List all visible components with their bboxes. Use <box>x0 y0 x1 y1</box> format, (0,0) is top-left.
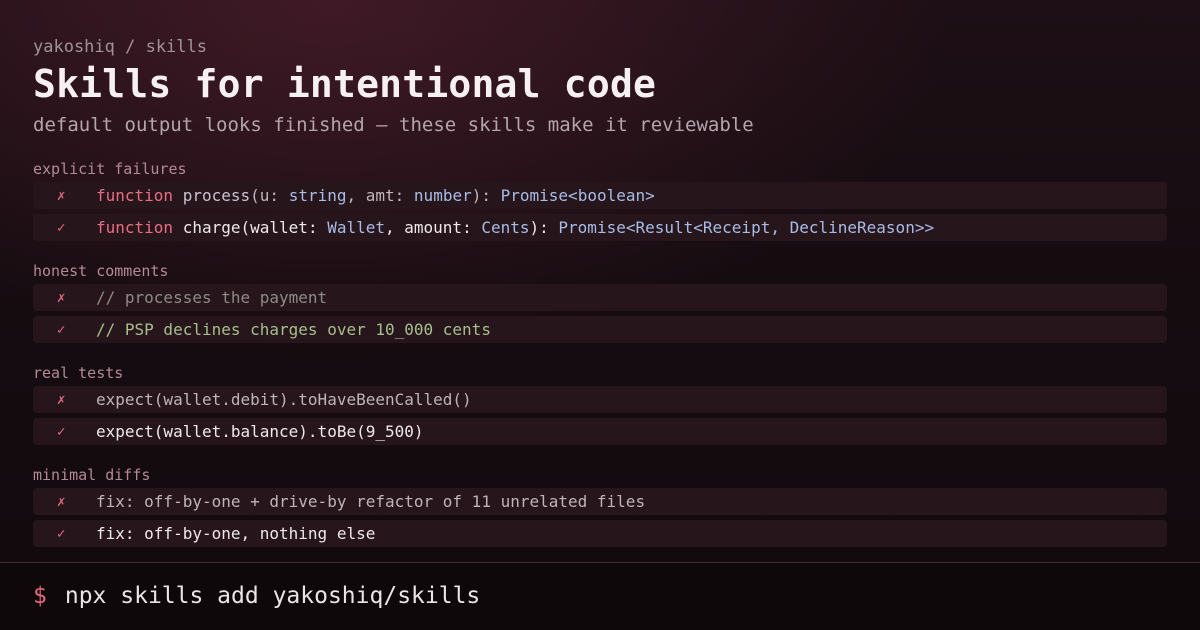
code-punctuation: : <box>394 186 414 205</box>
bad-example-row: ✗ // processes the payment <box>33 284 1167 311</box>
section-label: minimal diffs <box>33 466 151 484</box>
section-minimal-diffs: minimal diffs ✗ fix: off-by-one + drive-… <box>33 466 1167 547</box>
bad-example-row: ✗ fix: off-by-one + drive-by refactor of… <box>33 488 1167 515</box>
cross-icon: ✗ <box>57 391 66 408</box>
code-type: string <box>288 186 347 205</box>
cross-icon: ✗ <box>57 493 66 510</box>
code-param: u <box>259 186 270 205</box>
check-icon: ✓ <box>57 219 66 236</box>
bad-example-row: ✗ expect(wallet.debit).toHaveBeenCalled(… <box>33 386 1167 413</box>
code-punctuation: : <box>462 218 482 237</box>
code-snippet: fix: off-by-one, nothing else <box>96 524 376 543</box>
code-punctuation: ): <box>529 218 559 237</box>
code-punctuation: ): <box>471 186 501 205</box>
section-label: honest comments <box>33 262 169 280</box>
code-return-type: Promise<boolean> <box>500 186 655 205</box>
code-snippet: expect(wallet.balance).toBe(9_500) <box>96 422 424 441</box>
section-explicit-failures: explicit failures ✗ function process(u: … <box>33 160 1167 241</box>
code-param: wallet <box>250 218 308 237</box>
page-title: Skills for intentional code <box>33 62 657 106</box>
code-punctuation: : <box>307 218 328 237</box>
good-example-row: ✓ function charge(wallet: Wallet, amount… <box>33 214 1167 241</box>
code-type: Cents <box>481 218 530 237</box>
good-example-row: ✓ expect(wallet.balance).toBe(9_500) <box>33 418 1167 445</box>
code-punctuation: , <box>346 186 366 205</box>
code-punctuation: : <box>269 186 289 205</box>
page-subtitle: default output looks finished — these sk… <box>33 114 754 136</box>
code-punctuation: ( <box>250 186 260 205</box>
code-punctuation: ( <box>240 218 251 237</box>
code-snippet: expect(wallet.debit).toHaveBeenCalled() <box>96 390 472 409</box>
code-function-name: process <box>182 186 251 205</box>
code-function-name: charge <box>182 218 241 237</box>
good-example-row: ✓ fix: off-by-one, nothing else <box>33 520 1167 547</box>
code-punctuation: , <box>385 218 405 237</box>
good-example-row: ✓ // PSP declines charges over 10_000 ce… <box>33 316 1167 343</box>
code-return-type: Promise<Result<Receipt, DeclineReason>> <box>558 218 935 237</box>
section-label: real tests <box>33 364 124 382</box>
code-param: amount <box>404 218 463 237</box>
code-snippet: function charge(wallet: Wallet, amount: … <box>96 218 934 237</box>
breadcrumb: yakoshiq / skills <box>33 37 207 57</box>
check-icon: ✓ <box>57 321 66 338</box>
code-type: Wallet <box>327 218 385 237</box>
prompt-symbol: $ <box>33 583 47 609</box>
code-snippet: // PSP declines charges over 10_000 cent… <box>96 320 491 339</box>
bad-example-row: ✗ function process(u: string, amt: numbe… <box>33 182 1167 209</box>
code-keyword: function <box>96 218 174 237</box>
code-keyword: function <box>96 186 174 205</box>
install-command[interactable]: $ npx skills add yakoshiq/skills <box>33 583 480 609</box>
code-snippet: function process(u: string, amt: number)… <box>96 186 655 205</box>
code-type: number <box>413 186 472 205</box>
check-icon: ✓ <box>57 423 66 440</box>
install-command-bar: $ npx skills add yakoshiq/skills <box>0 563 1200 630</box>
command-text: npx skills add yakoshiq/skills <box>64 583 481 609</box>
code-param: amt <box>365 186 395 205</box>
cross-icon: ✗ <box>57 187 66 204</box>
section-honest-comments: honest comments ✗ // processes the payme… <box>33 262 1167 343</box>
code-snippet: fix: off-by-one + drive-by refactor of 1… <box>96 492 646 511</box>
section-real-tests: real tests ✗ expect(wallet.debit).toHave… <box>33 364 1167 445</box>
check-icon: ✓ <box>57 525 66 542</box>
cross-icon: ✗ <box>57 289 66 306</box>
section-label: explicit failures <box>33 160 187 178</box>
code-snippet: // processes the payment <box>96 288 328 307</box>
